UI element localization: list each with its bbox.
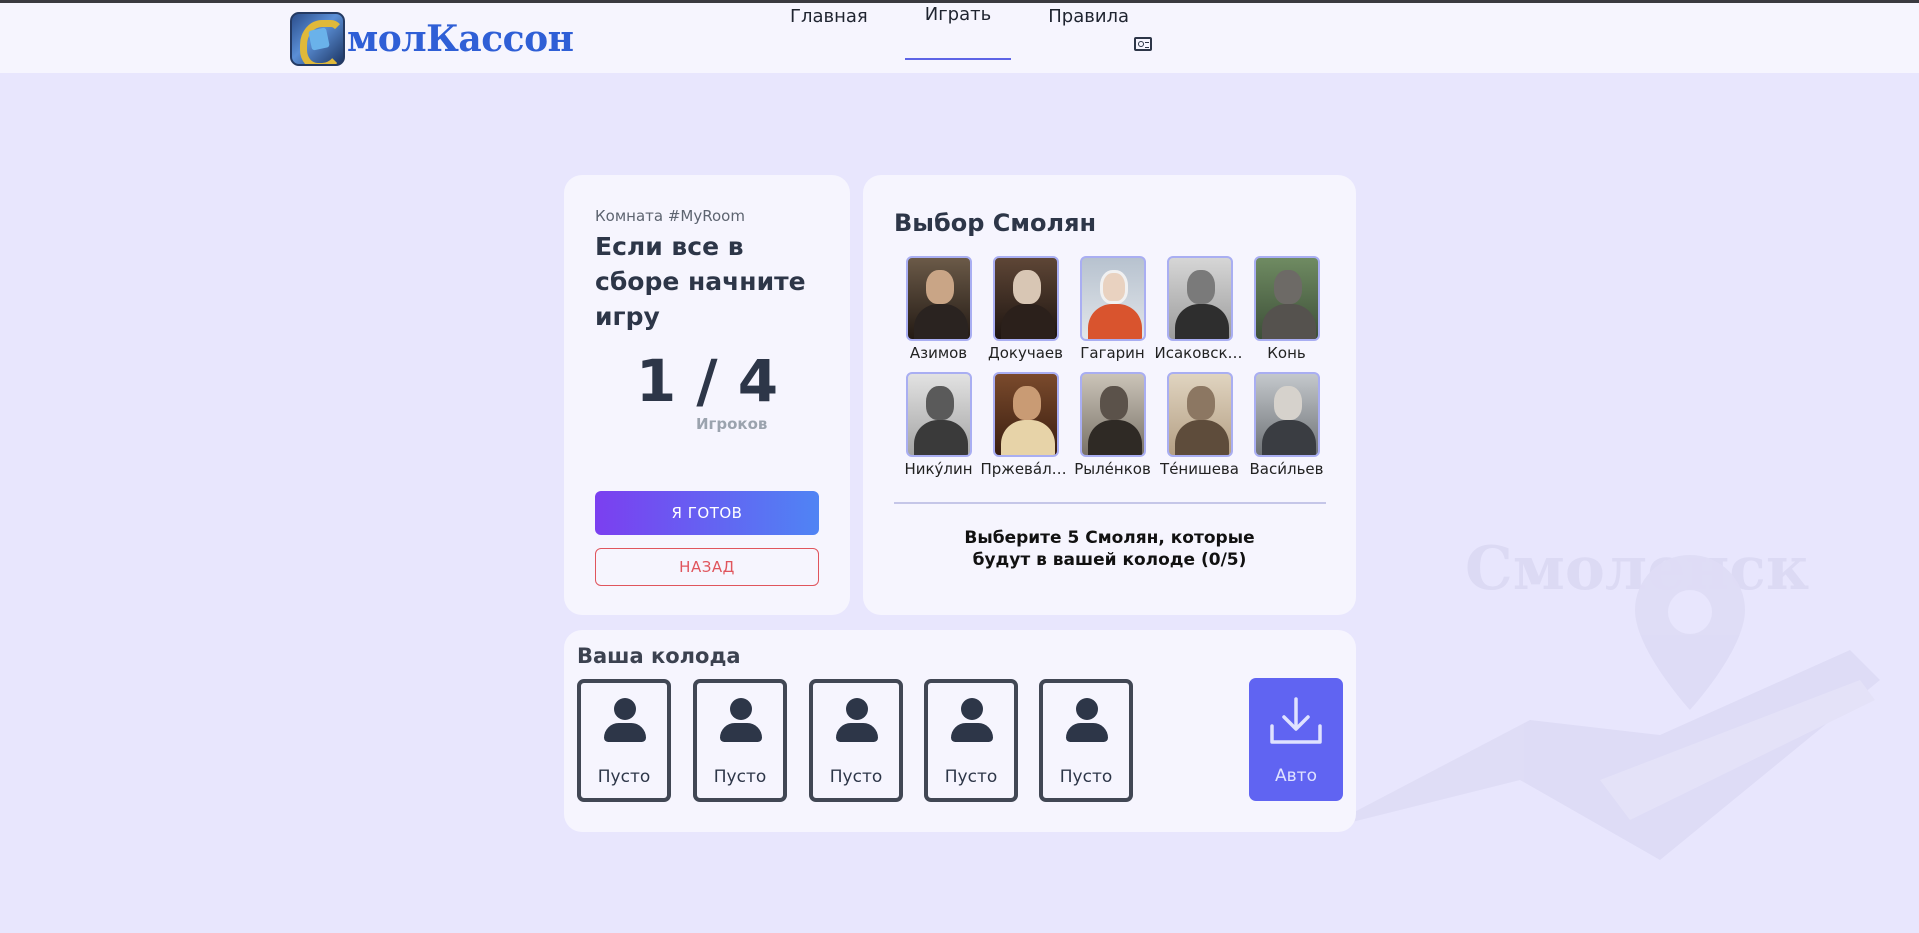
auto-fill-button[interactable]: Авто <box>1249 678 1343 801</box>
smolyane-selection-panel: Выбор Смолян Азимов Докучаев Гагарин Иса… <box>863 175 1356 615</box>
slot-label: Пусто <box>713 767 767 787</box>
nav-rules[interactable]: Правила <box>1028 3 1172 60</box>
deck-slot[interactable]: Пусто <box>924 679 1018 802</box>
user-icon <box>604 698 646 742</box>
person-card-vasiliev[interactable]: Васи́льев <box>1243 372 1330 478</box>
person-card-przhevalsky[interactable]: Пржева́льский <box>980 372 1071 478</box>
divider <box>894 502 1326 504</box>
user-icon <box>1066 698 1108 742</box>
nav-rules-label: Правила <box>1048 6 1130 27</box>
portrait-image <box>1166 256 1233 341</box>
person-card-nikulin[interactable]: Нику́лин <box>895 372 982 478</box>
person-name: Гагарин <box>1080 344 1145 362</box>
person-card-gagarin[interactable]: Гагарин <box>1069 256 1156 362</box>
ready-button[interactable]: Я ГОТОВ <box>595 491 819 535</box>
room-panel: Комната #MyRoom Если все в сборе начните… <box>564 175 850 615</box>
person-name: Рыле́нков <box>1074 460 1151 478</box>
portrait-image <box>1253 256 1320 341</box>
auto-fill-label: Авто <box>1275 766 1317 786</box>
room-heading: Если все в сборе начните игру <box>595 232 806 331</box>
person-card-rylenkov[interactable]: Рыле́нков <box>1069 372 1156 478</box>
person-grid: Азимов Докучаев Гагарин Исаковский Конь … <box>895 256 1325 478</box>
user-icon <box>720 698 762 742</box>
person-name: Васи́льев <box>1249 460 1324 478</box>
person-name: Те́нишева <box>1160 460 1239 478</box>
watermark-text: Смоленск <box>1465 534 1810 604</box>
person-card-azimov[interactable]: Азимов <box>895 256 982 362</box>
player-counter-label: Игроков <box>696 415 768 433</box>
person-card-dokuchaev[interactable]: Докучаев <box>982 256 1069 362</box>
person-card-tenisheva[interactable]: Те́нишева <box>1156 372 1243 478</box>
room-name: Комната #MyRoom <box>595 207 745 225</box>
smolensk-watermark: Смоленск <box>1300 530 1900 890</box>
nav-play-label: Играть <box>924 4 992 25</box>
deck-slot[interactable]: Пусто <box>577 679 671 802</box>
slot-label: Пусто <box>829 767 883 787</box>
selection-hint-line: будут в вашей колоде (0/5) <box>972 550 1247 570</box>
logo-text: молКассон <box>347 18 574 60</box>
main-nav: Главная Играть Правила <box>770 3 1189 73</box>
deck-slot[interactable]: Пусто <box>1039 679 1133 802</box>
site-header: молКассон Главная Играть Правила <box>0 3 1919 73</box>
portrait-image <box>992 372 1059 457</box>
slot-label: Пусто <box>944 767 998 787</box>
slot-label: Пусто <box>597 767 651 787</box>
person-name: Докучаев <box>988 344 1063 362</box>
deck-title: Ваша колода <box>577 644 741 668</box>
user-icon <box>951 698 993 742</box>
selection-title: Выбор Смолян <box>894 209 1097 237</box>
portrait-image <box>905 372 972 457</box>
person-name: Исаковский <box>1154 344 1245 362</box>
nav-home-label: Главная <box>790 6 868 27</box>
selection-hint-line: Выберите 5 Смолян, которые <box>964 528 1255 548</box>
portrait-image <box>1253 372 1320 457</box>
portrait-image <box>1079 372 1146 457</box>
deck-slot[interactable]: Пусто <box>809 679 903 802</box>
deck-panel: Ваша колода Пусто Пусто Пусто Пусто Пуст… <box>564 630 1356 832</box>
person-name: Нику́лин <box>904 460 973 478</box>
user-icon <box>836 698 878 742</box>
portrait-image <box>1166 372 1233 457</box>
download-icon <box>1270 697 1322 744</box>
slot-label: Пусто <box>1059 767 1113 787</box>
person-card-isakovsky[interactable]: Исаковский <box>1154 256 1245 362</box>
rules-card-icon <box>1134 37 1153 51</box>
portrait-image <box>992 256 1059 341</box>
map-pin-icon <box>1320 555 1880 860</box>
portrait-image <box>1079 256 1146 341</box>
nav-play[interactable]: Играть <box>904 3 1012 60</box>
person-name: Азимов <box>909 344 968 362</box>
logo-icon <box>290 12 345 66</box>
logo[interactable]: молКассон <box>290 12 574 66</box>
person-name: Конь <box>1267 344 1306 362</box>
person-card-kon[interactable]: Конь <box>1243 256 1330 362</box>
person-name: Пржева́льский <box>980 460 1071 478</box>
player-counter: 1 / 4 <box>635 347 779 415</box>
portrait-image <box>905 256 972 341</box>
selection-hint: Выберите 5 Смолян, которые будут в вашей… <box>863 527 1356 571</box>
back-button[interactable]: НАЗАД <box>595 548 819 586</box>
deck-slot[interactable]: Пусто <box>693 679 787 802</box>
nav-home[interactable]: Главная <box>770 3 888 60</box>
